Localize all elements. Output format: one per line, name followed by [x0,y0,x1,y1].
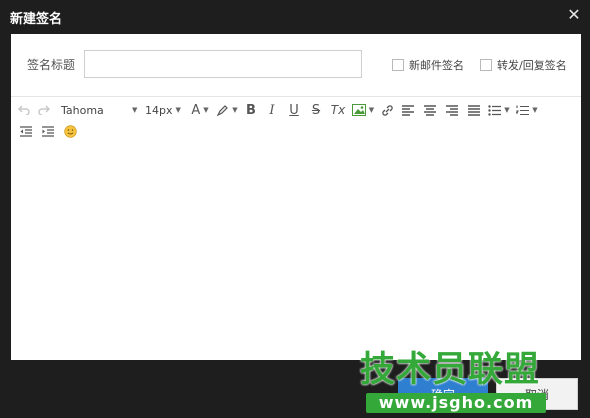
close-icon[interactable]: ✕ [564,4,584,26]
insert-image-icon [351,104,366,116]
link-button[interactable] [377,100,397,120]
align-justify-icon [468,104,480,116]
font-family-select[interactable]: Tahoma ▼ [55,100,139,120]
chevron-down-icon: ▼ [175,106,181,114]
highlight-icon [216,104,229,116]
checkbox-box[interactable] [392,59,404,71]
indent-icon [42,125,54,137]
insert-image-button[interactable]: ▼ [349,100,377,120]
ok-button[interactable]: 确定 [398,378,488,410]
bold-button[interactable]: B [241,100,261,120]
align-right-button[interactable] [441,100,463,120]
new-mail-signature-label: 新邮件签名 [409,59,464,72]
new-mail-signature-checkbox[interactable]: 新邮件签名 [392,57,464,73]
strikethrough-button[interactable]: S [305,100,327,120]
font-size-select[interactable]: 14px ▼ [139,100,187,120]
align-center-icon [424,104,436,116]
link-icon [381,104,393,116]
underline-button[interactable]: U [283,100,305,120]
cancel-button[interactable]: 取消 [496,378,578,410]
editor-toolbar: Tahoma ▼ 14px ▼ A ▼ ▼ B I U S Tx ▼ ▼ ▼ [11,96,581,142]
reply-signature-checkbox[interactable]: 转发/回复签名 [480,57,567,73]
strikethrough-icon: S [311,102,321,118]
italic-button[interactable]: I [261,100,283,120]
indent-button[interactable] [37,121,59,141]
signature-title-label: 签名标题 [27,58,76,72]
align-justify-button[interactable] [463,100,485,120]
underline-icon: U [289,102,299,118]
emoji-icon [63,124,77,138]
checkbox-box[interactable] [480,59,492,71]
bullet-list-icon [488,104,502,116]
chevron-down-icon: ▼ [504,106,510,114]
font-size-value: 14px [145,103,173,117]
undo-icon[interactable] [15,100,33,120]
toolbar-row-1: Tahoma ▼ 14px ▼ A ▼ ▼ B I U S Tx ▼ ▼ ▼ [15,99,541,121]
font-color-button[interactable]: A ▼ [187,100,213,120]
chevron-down-icon: ▼ [368,106,375,114]
emoji-button[interactable] [59,121,81,141]
font-color-icon: A [191,102,201,118]
numbered-list-icon [516,105,530,115]
chevron-down-icon: ▼ [132,106,138,114]
bold-icon: B [246,102,256,118]
chevron-down-icon: ▼ [532,106,538,114]
font-family-value: Tahoma [61,103,104,117]
dialog-body: 签名标题 新邮件签名 转发/回复签名 Tahoma ▼ 14px ▼ A ▼ ▼… [11,34,581,360]
signature-title-input[interactable] [84,50,362,78]
align-right-icon [446,104,458,116]
numbered-list-button[interactable]: ▼ [513,100,541,120]
outdent-icon [20,125,32,137]
chevron-down-icon: ▼ [232,106,238,114]
toolbar-row-2 [15,120,81,142]
dialog-footer: 确定 取消 [0,360,590,418]
align-center-button[interactable] [419,100,441,120]
italic-icon: I [269,102,275,118]
dialog-titlebar: 新建签名 ✕ [0,0,590,34]
clear-format-button[interactable]: Tx [327,100,349,120]
highlight-button[interactable]: ▼ [213,100,241,120]
chevron-down-icon: ▼ [203,106,209,114]
clear-format-icon: Tx [330,103,346,117]
bullet-list-button[interactable]: ▼ [485,100,513,120]
reply-signature-label: 转发/回复签名 [497,59,567,72]
dialog-title: 新建签名 [10,12,63,27]
signature-title-row: 签名标题 新邮件签名 转发/回复签名 [11,34,581,96]
redo-icon[interactable] [33,100,55,120]
align-left-button[interactable] [397,100,419,120]
outdent-button[interactable] [15,121,37,141]
align-left-icon [402,104,414,116]
signature-editor-area[interactable] [11,142,581,360]
